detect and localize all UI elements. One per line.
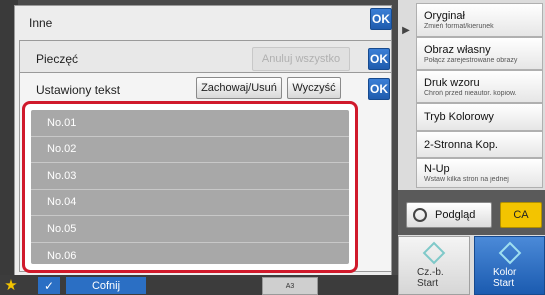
clear-button[interactable]: Wyczyść — [287, 77, 341, 99]
other-ok-button[interactable]: OK — [370, 8, 392, 30]
list-item[interactable]: No.06 — [31, 243, 349, 270]
preview-icon — [413, 208, 427, 222]
menu-item-2-sided-copy[interactable]: 2-Stronna Kop. — [416, 131, 543, 158]
save-delete-button[interactable]: Zachowaj/Usuń — [196, 77, 282, 99]
back-button[interactable]: Cofnij — [66, 277, 146, 294]
list-item[interactable]: No.01 — [31, 110, 349, 137]
preset-text-list: No.01 No.02 No.03 No.04 No.05 No.06 — [22, 101, 358, 273]
bw-start-label: Cz.-b. Start — [417, 267, 444, 289]
menu-item-pattern-print[interactable]: Druk wzoru Chroń przed nieautor. kopiow. — [416, 70, 543, 103]
check-icon[interactable]: ✓ — [38, 277, 60, 294]
paper-tray-indicator: A3 — [262, 277, 318, 295]
menu-item-label: Druk wzoru — [424, 76, 480, 89]
start-diamond-icon — [498, 241, 522, 265]
menu-item-label: N-Up — [424, 163, 450, 175]
list-item[interactable]: No.05 — [31, 216, 349, 243]
cancel-all-button[interactable]: Anuluj wszystko — [252, 47, 350, 71]
screen: Inne OK Pieczęć Anuluj wszystko OK Ustaw… — [0, 0, 545, 295]
start-diamond-icon — [422, 241, 446, 265]
color-start-line1: Kolor — [493, 267, 517, 278]
clear-all-button[interactable]: CA — [500, 202, 542, 228]
bw-start-line2: Start — [417, 278, 439, 289]
preset-text-ok-button[interactable]: OK — [368, 78, 390, 100]
preview-button[interactable]: Podgląd — [406, 202, 492, 228]
preset-text-list-inner: No.01 No.02 No.03 No.04 No.05 No.06 — [31, 110, 349, 264]
menu-item-sublabel: Połącz zarejestrowane obrazy — [424, 56, 518, 64]
menu-item-original[interactable]: Oryginał Zmień format/kierunek — [416, 3, 543, 37]
menu-item-sublabel: Chroń przed nieautor. kopiow. — [424, 89, 517, 97]
preview-label: Podgląd — [435, 209, 476, 221]
color-start-line2: Start — [493, 278, 515, 289]
bw-start-line1: Cz.-b. — [417, 267, 444, 278]
star-icon[interactable]: ★ — [2, 275, 20, 295]
list-item[interactable]: No.03 — [31, 163, 349, 190]
bw-start-button[interactable]: Cz.-b. Start — [398, 236, 470, 295]
menu-item-n-up[interactable]: N-Up Wstaw kilka stron na jednej — [416, 158, 543, 188]
menu-item-sublabel: Zmień format/kierunek — [424, 23, 494, 30]
menu-item-label: Obraz własny — [424, 43, 491, 56]
list-item[interactable]: No.04 — [31, 190, 349, 216]
list-item[interactable]: No.02 — [31, 137, 349, 163]
preset-text-dialog-title: Ustawiony tekst — [36, 83, 121, 97]
menu-item-label: Tryb Kolorowy — [424, 111, 494, 123]
menu-item-sublabel: Wstaw kilka stron na jednej — [424, 176, 509, 183]
collapse-arrow-icon[interactable]: ▶ — [398, 22, 414, 38]
menu-item-label: 2-Stronna Kop. — [424, 138, 498, 151]
menu-item-own-image[interactable]: Obraz własny Połącz zarejestrowane obraz… — [416, 37, 543, 70]
other-dialog-title: Inne — [29, 16, 53, 30]
color-start-button[interactable]: Kolor Start — [474, 236, 545, 295]
menu-item-color-mode[interactable]: Tryb Kolorowy — [416, 103, 543, 131]
stamp-dialog-title: Pieczęć — [36, 52, 79, 66]
color-start-label: Kolor Start — [493, 267, 516, 289]
menu-item-label: Oryginał — [424, 10, 465, 22]
stamp-ok-button[interactable]: OK — [368, 48, 390, 70]
